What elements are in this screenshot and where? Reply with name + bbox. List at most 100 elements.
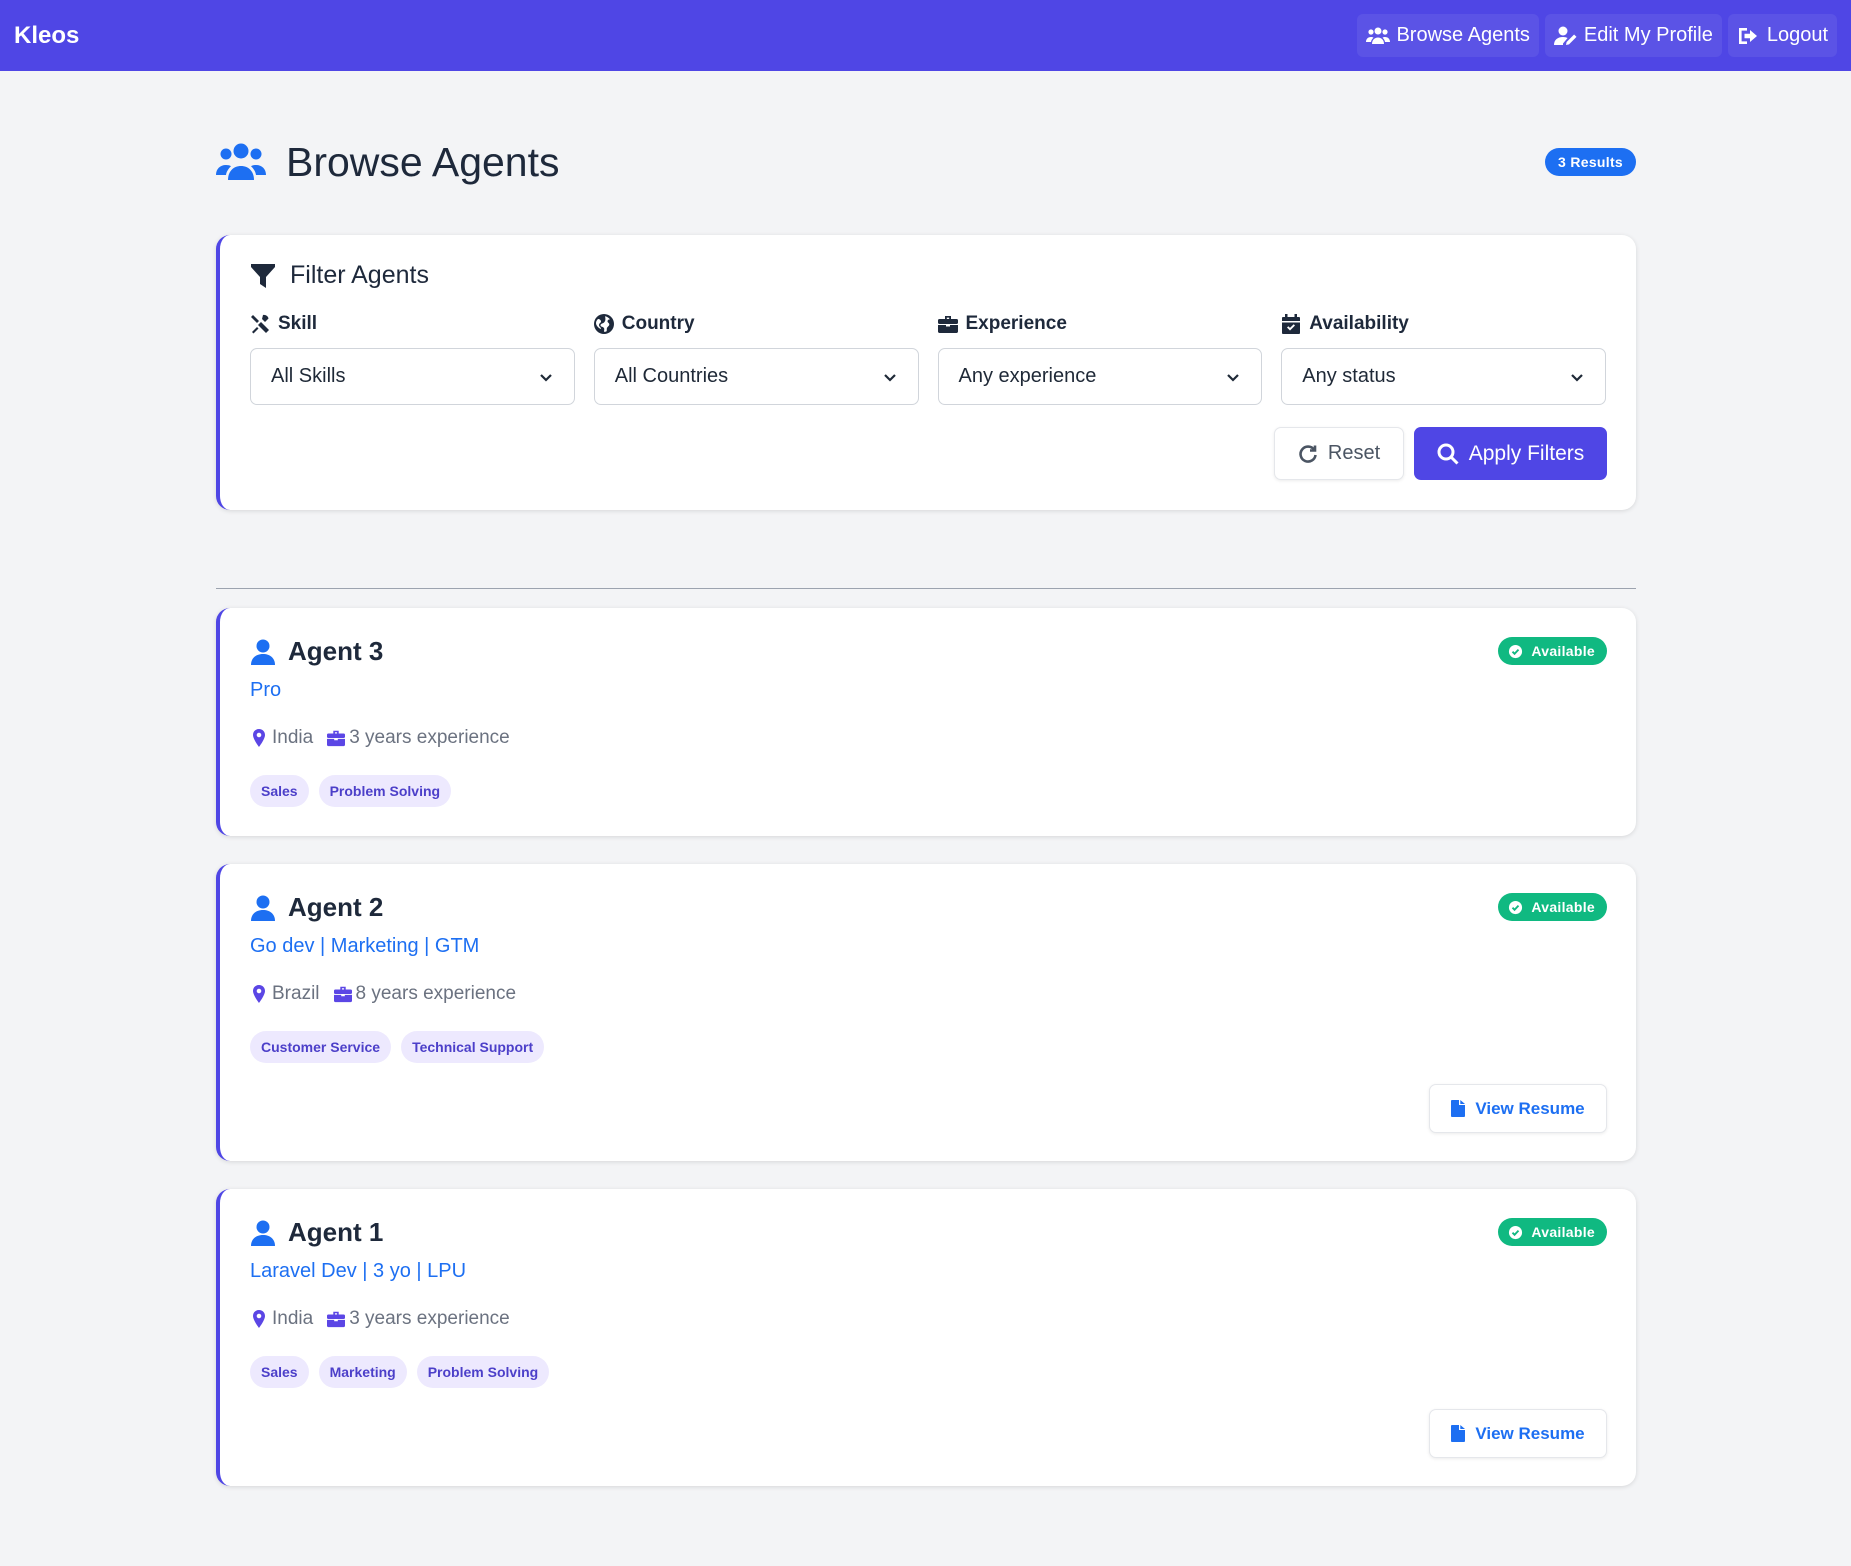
view-resume-label: View Resume <box>1475 1423 1585 1443</box>
skill-label-text: Skill <box>278 313 318 334</box>
page-header: Browse Agents 3 Results <box>216 71 1636 235</box>
section-divider <box>216 588 1636 589</box>
skill-chip: Problem Solving <box>318 775 452 807</box>
skill-chip: Customer Service <box>250 1031 392 1063</box>
main-content: Browse Agents 3 Results Filter Agents Sk… <box>216 71 1636 1514</box>
experience-label-text: Experience <box>965 313 1067 334</box>
top-navbar: Kleos Browse Agents Edit My Profile Logo… <box>0 0 1851 71</box>
agent-skills: Customer Service Technical Support <box>250 1031 1606 1063</box>
agent-experience-text: 8 years experience <box>355 983 517 1004</box>
page-title-text: Browse Agents <box>286 138 560 185</box>
agent-experience: 3 years experience <box>327 727 510 749</box>
agent-country: India <box>250 1308 313 1330</box>
skill-chip: Marketing <box>318 1356 407 1388</box>
agent-card[interactable]: Agent 2 Go dev | Marketing | GTM Brazil … <box>216 864 1636 1161</box>
availability-status-text: Available <box>1531 899 1595 915</box>
experience-filter-label: Experience <box>937 312 1263 336</box>
skill-filter: Skill All Skills <box>250 312 575 405</box>
chevron-down-icon <box>883 373 896 382</box>
calendar-check-icon <box>1282 314 1301 334</box>
agent-experience: 3 years experience <box>327 1308 510 1330</box>
map-marker-icon <box>253 729 265 747</box>
agent-card[interactable]: Agent 3 Pro India 3 years experience Sal… <box>216 608 1636 836</box>
agent-meta: India 3 years experience <box>250 1308 1606 1330</box>
users-icon <box>216 143 266 180</box>
agent-skills: Sales Problem Solving <box>250 775 1606 807</box>
filter-actions: Reset Apply Filters <box>1274 427 1607 480</box>
agent-experience: 8 years experience <box>333 983 517 1005</box>
experience-select-value: Any experience <box>958 365 1097 387</box>
agent-name-text: Agent 1 <box>288 1217 384 1247</box>
agent-skills: Sales Marketing Problem Solving <box>250 1356 1606 1388</box>
country-select[interactable]: All Countries <box>593 348 919 405</box>
nav-edit-profile-link[interactable]: Edit My Profile <box>1544 14 1722 57</box>
nav-logout-link[interactable]: Logout <box>1727 14 1837 57</box>
agent-country: Brazil <box>250 983 320 1005</box>
briefcase-icon <box>937 316 958 333</box>
view-resume-label: View Resume <box>1475 1098 1585 1118</box>
skill-chip: Sales <box>250 1356 309 1388</box>
agent-country-text: India <box>272 1308 314 1329</box>
nav-links: Browse Agents Edit My Profile Logout <box>1357 14 1837 57</box>
agent-name: Agent 1 <box>250 1217 1606 1248</box>
agent-name-text: Agent 3 <box>288 636 384 666</box>
experience-select[interactable]: Any experience <box>937 348 1263 405</box>
agent-headline: Pro <box>250 679 282 701</box>
user-icon <box>251 895 275 921</box>
check-circle-icon <box>1509 644 1523 658</box>
country-filter-label: Country <box>593 312 919 336</box>
nav-edit-profile-label: Edit My Profile <box>1583 24 1713 46</box>
availability-select[interactable]: Any status <box>1281 348 1606 405</box>
chevron-down-icon <box>1227 373 1240 382</box>
user-icon <box>251 1220 275 1246</box>
skill-select-value: All Skills <box>271 365 346 387</box>
agent-headline: Go dev | Marketing | GTM <box>250 935 480 957</box>
agent-experience-text: 3 years experience <box>349 1308 510 1329</box>
country-filter: Country All Countries <box>593 312 919 405</box>
tools-icon <box>251 314 269 334</box>
agent-name-text: Agent 2 <box>288 892 384 922</box>
search-icon <box>1437 443 1459 465</box>
chevron-down-icon <box>1571 373 1583 382</box>
skill-chip: Problem Solving <box>416 1356 550 1388</box>
filter-title-text: Filter Agents <box>290 261 429 289</box>
apply-filters-label: Apply Filters <box>1468 441 1585 465</box>
filter-icon <box>251 263 275 288</box>
availability-status-text: Available <box>1531 1224 1595 1240</box>
reset-button-label: Reset <box>1327 442 1381 464</box>
nav-browse-agents-link[interactable]: Browse Agents <box>1357 14 1539 57</box>
globe-icon <box>593 314 614 334</box>
user-edit-icon <box>1553 26 1577 45</box>
briefcase-icon <box>333 986 352 1003</box>
availability-status-text: Available <box>1531 643 1595 659</box>
agent-country: India <box>250 727 313 749</box>
briefcase-icon <box>327 1311 346 1328</box>
skill-filter-label: Skill <box>250 312 575 336</box>
apply-filters-button[interactable]: Apply Filters <box>1414 427 1607 480</box>
agent-meta: India 3 years experience <box>250 727 1606 749</box>
map-marker-icon <box>253 985 265 1003</box>
agent-name: Agent 3 <box>250 636 1606 667</box>
page-title: Browse Agents <box>216 139 560 186</box>
chevron-down-icon <box>539 373 552 382</box>
nav-logout-label: Logout <box>1766 24 1828 46</box>
skill-chip: Sales <box>250 775 309 807</box>
availability-status-badge: Available <box>1498 893 1607 921</box>
availability-filter: Availability Any status <box>1281 312 1606 405</box>
view-resume-button[interactable]: View Resume <box>1429 1409 1607 1458</box>
availability-label-text: Availability <box>1309 313 1409 334</box>
view-resume-button[interactable]: View Resume <box>1429 1084 1607 1133</box>
country-select-value: All Countries <box>614 365 729 387</box>
experience-filter: Experience Any experience <box>937 312 1263 405</box>
reset-button[interactable]: Reset <box>1274 427 1404 480</box>
availability-status-badge: Available <box>1498 637 1607 665</box>
filter-card: Filter Agents Skill All Skills Country A… <box>216 235 1636 510</box>
skill-select[interactable]: All Skills <box>250 348 575 405</box>
logout-icon <box>1738 27 1757 44</box>
agent-card[interactable]: Agent 1 Laravel Dev | 3 yo | LPU India 3… <box>216 1189 1636 1486</box>
agent-country-text: India <box>272 727 314 748</box>
brand-logo[interactable]: Kleos <box>14 22 79 50</box>
file-icon <box>1451 1425 1466 1442</box>
agent-meta: Brazil 8 years experience <box>250 983 1606 1005</box>
map-marker-icon <box>253 1310 265 1328</box>
